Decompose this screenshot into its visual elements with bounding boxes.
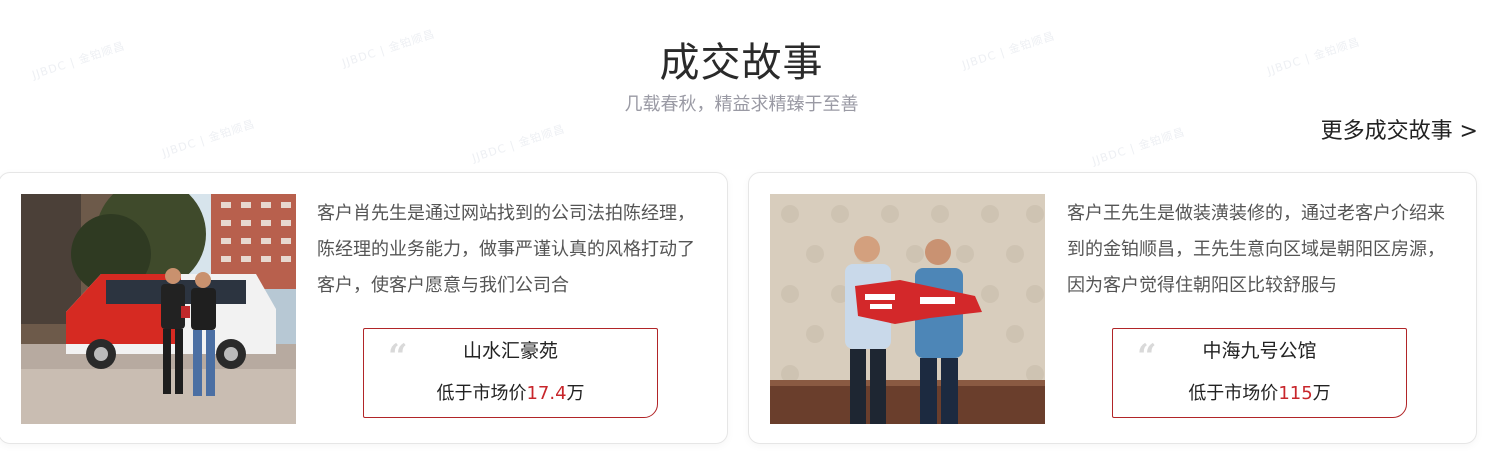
section-title: 成交故事 (659, 40, 824, 86)
watermark: JJBDC | 金铂顺昌 (1090, 125, 1187, 168)
story-photo (770, 194, 1045, 424)
story-card[interactable]: 客户肖先生是通过网站找到的公司法拍陈经理，陈经理的业务能力，做事严谨认真的风格打… (0, 172, 728, 444)
price-unit: 万 (566, 383, 585, 404)
deal-quote-box: “ 中海九号公馆 低于市场价115万 (1112, 328, 1407, 418)
price-line: 低于市场价115万 (1113, 379, 1406, 405)
price-value: 115 (1278, 383, 1313, 404)
story-card[interactable]: 客户王先生是做装潢装修的，通过老客户介绍来到的金铂顺昌，王先生意向区域是朝阳区房… (748, 172, 1477, 444)
price-prefix: 低于市场价 (1188, 383, 1279, 404)
story-photo (21, 194, 296, 424)
price-line: 低于市场价17.4万 (364, 379, 657, 405)
watermark: JJBDC | 金铂顺昌 (160, 117, 257, 160)
watermark: JJBDC | 金铂顺昌 (470, 122, 567, 165)
price-prefix: 低于市场价 (436, 383, 527, 404)
story-description: 客户肖先生是通过网站找到的公司法拍陈经理，陈经理的业务能力，做事严谨认真的风格打… (317, 203, 695, 296)
section-subtitle: 几载春秋，精益求精臻于至善 (624, 94, 859, 115)
price-value: 17.4 (526, 383, 567, 404)
estate-name: 中海九号公馆 (1202, 340, 1317, 362)
deal-quote-box: “ 山水汇豪苑 低于市场价17.4万 (363, 328, 658, 418)
price-unit: 万 (1312, 383, 1331, 404)
story-description: 客户王先生是做装潢装修的，通过老客户介绍来到的金铂顺昌，王先生意向区域是朝阳区房… (1067, 203, 1445, 296)
more-stories-link[interactable]: 更多成交故事 > (1321, 113, 1478, 145)
estate-name: 山水汇豪苑 (462, 340, 558, 362)
